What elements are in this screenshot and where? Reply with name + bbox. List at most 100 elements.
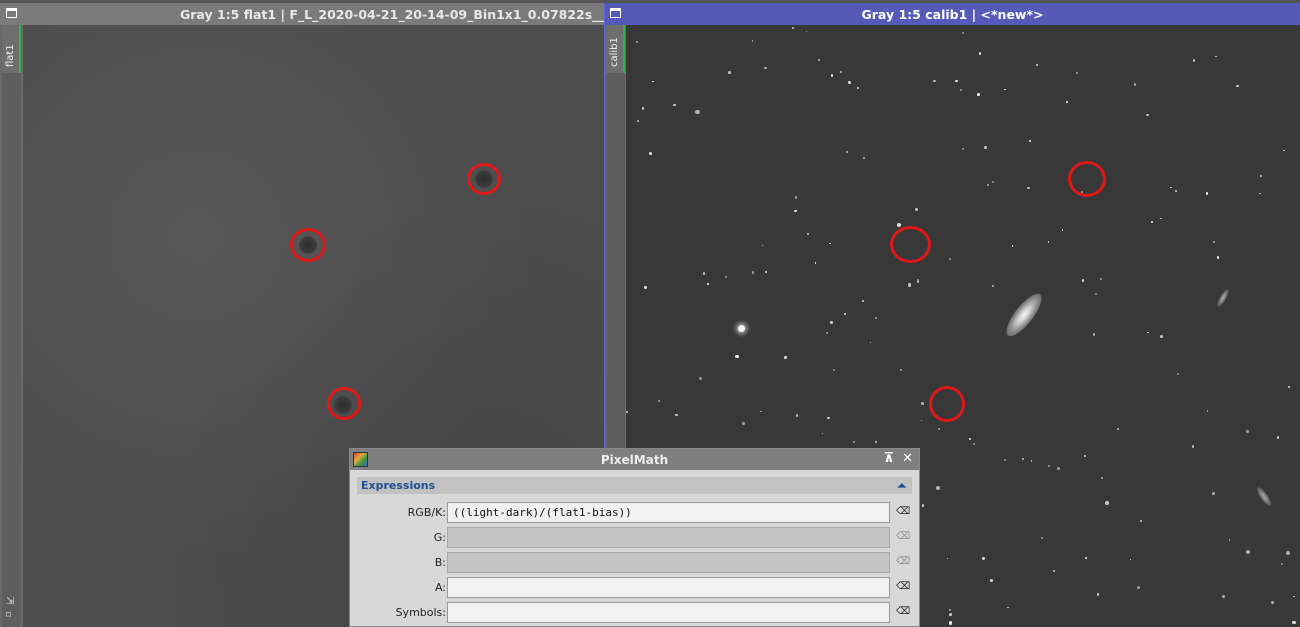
star <box>955 79 958 83</box>
star <box>1170 186 1172 189</box>
clear-field-icon[interactable]: ⌫ <box>896 606 910 617</box>
star <box>1287 386 1290 389</box>
symbols-row: Symbols: ⌫ <box>350 602 921 623</box>
flat1-titlebar[interactable]: Gray 1:5 flat1 | F_L_2020-04-21_20-14-09… <box>0 3 604 25</box>
star <box>1283 149 1285 152</box>
star <box>1047 241 1050 243</box>
a-expression-field[interactable] <box>447 577 890 598</box>
star <box>1206 410 1209 412</box>
star <box>1276 436 1280 439</box>
tab-calib1-label: calib1 <box>609 37 620 67</box>
star <box>702 272 706 275</box>
b-expression-field[interactable] <box>447 552 890 573</box>
star <box>751 40 754 42</box>
star <box>728 71 731 74</box>
star <box>817 59 820 62</box>
collapse-section-icon[interactable]: ⏶ <box>897 479 906 493</box>
star <box>698 377 702 380</box>
star <box>1146 331 1149 334</box>
star <box>1146 113 1149 117</box>
star <box>991 181 994 184</box>
star <box>844 313 846 316</box>
star <box>1004 88 1007 91</box>
clear-field-icon[interactable]: ⌫ <box>896 581 910 592</box>
expressions-section-header[interactable]: Expressions ⏶ <box>357 477 912 494</box>
star <box>784 356 787 359</box>
star <box>935 486 940 491</box>
star <box>826 416 830 420</box>
star <box>900 369 903 372</box>
star <box>1270 601 1274 605</box>
star <box>1084 454 1087 457</box>
star <box>1041 537 1044 540</box>
star <box>673 103 676 107</box>
star <box>1029 140 1032 143</box>
star <box>1259 175 1263 178</box>
star <box>1093 333 1096 336</box>
star <box>959 88 962 91</box>
star <box>869 341 872 343</box>
calib1-titlebar[interactable]: Gray 1:5 calib1 | <*new*> <box>605 3 1300 25</box>
star <box>805 30 808 33</box>
tab-calib1[interactable]: calib1 <box>606 25 625 73</box>
star <box>1057 467 1060 470</box>
pixelmath-titlebar[interactable]: PixelMath ⊼ ✕ <box>350 449 919 470</box>
star <box>724 276 727 278</box>
star <box>1160 217 1162 220</box>
fullscreen-icon[interactable]: ⌑ <box>6 609 14 623</box>
star <box>1007 606 1009 609</box>
star <box>675 414 678 417</box>
star <box>875 317 877 320</box>
tab-flat1[interactable]: flat1 <box>2 25 21 73</box>
symbols-field[interactable] <box>447 602 890 623</box>
star <box>637 119 639 122</box>
g-expression-field[interactable] <box>447 527 890 548</box>
dust-marker-circle <box>327 387 361 420</box>
star <box>706 283 709 285</box>
dust-marker-circle <box>890 226 931 263</box>
star <box>765 271 767 273</box>
star <box>1191 445 1195 448</box>
star <box>1176 372 1180 376</box>
b-expression-row: B: ⌫ <box>350 552 921 573</box>
window-menu-icon[interactable] <box>610 8 621 18</box>
star <box>987 184 989 186</box>
star <box>916 279 920 282</box>
star <box>651 80 654 83</box>
star <box>764 66 767 70</box>
star <box>1081 279 1085 282</box>
tab-flat1-label: flat1 <box>5 44 16 67</box>
star <box>1160 335 1163 338</box>
star <box>1085 556 1088 559</box>
star <box>794 210 797 213</box>
star <box>990 579 993 582</box>
star <box>1003 458 1006 462</box>
star <box>933 79 936 83</box>
galaxy <box>1215 287 1231 309</box>
fit-view-icon[interactable]: ⇲ <box>6 595 14 609</box>
star <box>814 262 817 264</box>
clear-field-icon[interactable]: ⌫ <box>896 556 910 567</box>
flat1-window-title: Gray 1:5 flat1 | F_L_2020-04-21_20-14-09… <box>180 6 604 22</box>
star <box>848 81 851 84</box>
star <box>1099 278 1102 280</box>
star <box>741 421 746 425</box>
star <box>644 286 647 289</box>
rgbk-expression-field[interactable]: ((light-dark)/(flat1-bias)) <box>447 502 890 523</box>
star <box>973 443 976 446</box>
star <box>1116 427 1120 431</box>
star <box>1139 520 1142 522</box>
pixelmath-dialog[interactable]: PixelMath ⊼ ✕ Expressions ⏶ RGB/K: ((lig… <box>349 448 920 627</box>
star <box>949 613 952 616</box>
side-tools: ⇲ ⌑ <box>6 595 14 623</box>
clear-field-icon[interactable]: ⌫ <box>896 531 910 542</box>
star <box>946 557 949 560</box>
clear-field-icon[interactable]: ⌫ <box>896 506 910 517</box>
star <box>1192 59 1195 62</box>
a-label: A: <box>434 581 446 594</box>
star <box>1215 55 1217 58</box>
rgbk-label: RGB/K: <box>407 506 446 519</box>
pin-icon[interactable]: ⊼ <box>884 451 895 466</box>
close-icon[interactable]: ✕ <box>902 451 913 466</box>
window-menu-icon[interactable] <box>6 8 17 18</box>
